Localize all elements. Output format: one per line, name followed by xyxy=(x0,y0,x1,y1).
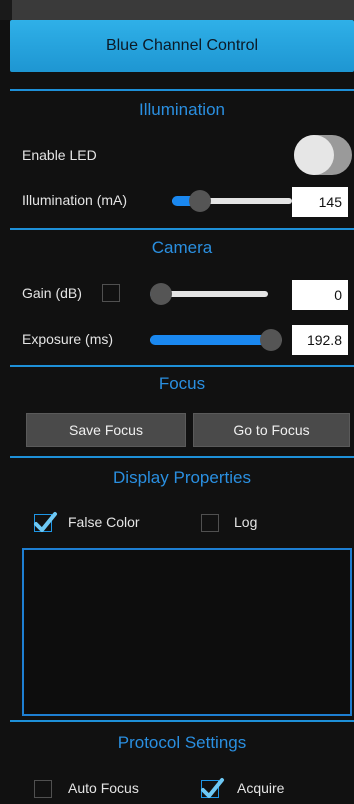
false-color-checkbox[interactable] xyxy=(34,512,57,532)
illumination-value-input[interactable]: 145 xyxy=(292,187,348,217)
illumination-section-title: Illumination xyxy=(139,100,225,119)
enable-led-label: Enable LED xyxy=(22,147,97,163)
acquire-label: Acquire xyxy=(237,780,285,796)
log-label: Log xyxy=(234,514,258,530)
enable-led-toggle[interactable] xyxy=(294,135,352,175)
exposure-label: Exposure (ms) xyxy=(22,331,114,347)
auto-focus-checkbox[interactable] xyxy=(34,780,52,798)
toggle-knob xyxy=(294,135,334,175)
slider-fill xyxy=(150,335,271,345)
checkmark-icon xyxy=(34,512,57,532)
section-divider xyxy=(10,89,354,91)
auto-focus-label: Auto Focus xyxy=(68,780,139,796)
top-strip xyxy=(0,0,354,20)
gain-checkbox[interactable] xyxy=(102,284,120,302)
section-divider xyxy=(10,365,354,367)
section-divider xyxy=(10,720,354,722)
checkmark-icon xyxy=(201,778,224,798)
exposure-slider[interactable] xyxy=(150,329,282,351)
acquire-checkbox[interactable] xyxy=(201,778,224,798)
exposure-value-input[interactable]: 192.8 xyxy=(292,325,348,355)
gain-label: Gain (dB) xyxy=(22,285,82,301)
protocol-settings-section-title: Protocol Settings xyxy=(117,733,247,752)
save-focus-button[interactable]: Save Focus xyxy=(26,413,186,447)
grip-handle xyxy=(0,0,12,20)
illumination-label: Illumination (mA) xyxy=(22,192,128,208)
blue-channel-control-button[interactable]: Blue Channel Control xyxy=(10,20,354,72)
illumination-slider[interactable] xyxy=(172,190,292,212)
slider-handle[interactable] xyxy=(260,329,282,351)
log-checkbox[interactable] xyxy=(201,514,219,532)
focus-section-title: Focus xyxy=(158,374,206,393)
slider-handle[interactable] xyxy=(150,283,172,305)
display-preview-area xyxy=(22,548,352,716)
gain-slider[interactable] xyxy=(150,283,268,305)
slider-handle[interactable] xyxy=(188,190,211,212)
go-to-focus-button[interactable]: Go to Focus xyxy=(193,413,350,447)
section-divider xyxy=(10,228,354,230)
camera-section-title: Camera xyxy=(151,238,213,257)
blue-channel-panel: Blue Channel Control Illumination Enable… xyxy=(0,0,354,804)
false-color-label: False Color xyxy=(68,514,140,530)
section-divider xyxy=(10,456,354,458)
display-properties-section-title: Display Properties xyxy=(113,468,251,487)
gain-value-input[interactable]: 0 xyxy=(292,280,348,310)
